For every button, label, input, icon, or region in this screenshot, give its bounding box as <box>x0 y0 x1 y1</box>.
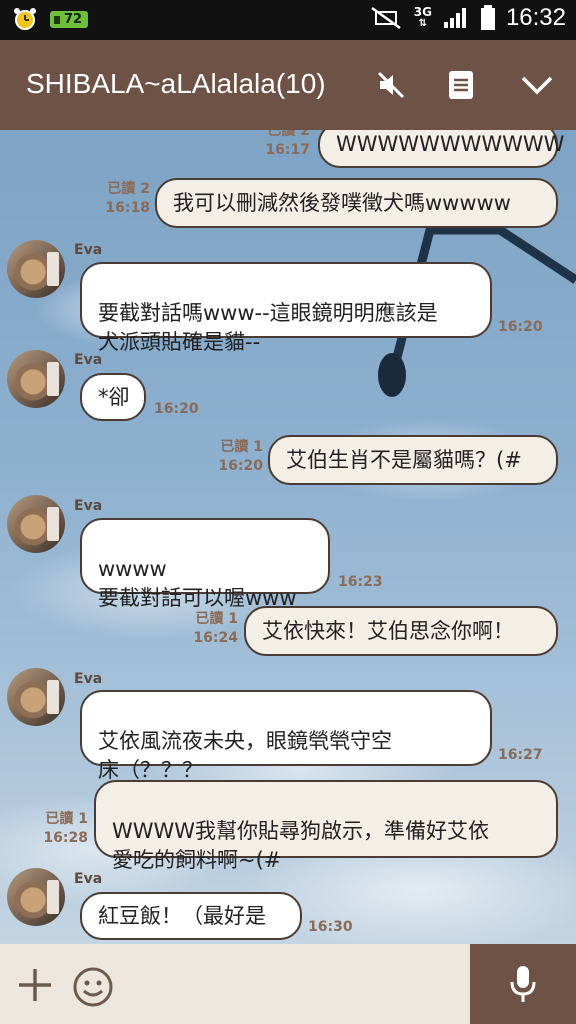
message-time: 16:28 <box>43 830 88 846</box>
notes-icon[interactable] <box>448 70 474 100</box>
chevron-down-icon[interactable] <box>520 74 554 96</box>
status-time: 16:32 <box>505 4 566 31</box>
sender-name: Eva <box>74 871 103 887</box>
message-bubble-incoming[interactable]: wwww 要截對話可以喔www <box>80 518 330 610</box>
message-text: 我可以刪減然後發噗徵犬嗎wwwww <box>173 191 511 215</box>
read-label: 已讀 2 <box>107 181 150 197</box>
message-text: *卻 <box>98 385 130 409</box>
read-status: 已讀 2 16:18 <box>70 180 150 218</box>
avatar[interactable] <box>7 240 65 298</box>
read-status: 已讀 2 16:17 <box>230 130 310 160</box>
message-time: 16:20 <box>218 458 263 474</box>
smiley-icon[interactable] <box>72 966 114 1008</box>
chat-title[interactable]: SHIBALA~aLAlalala(10) <box>26 68 326 100</box>
message-bubble-outgoing[interactable]: WWWWWWWWWWW <box>318 130 564 168</box>
battery-icon <box>480 5 495 30</box>
network-indicator: 3G ⇅ <box>413 5 432 29</box>
message-time: 16:17 <box>265 142 310 158</box>
message-bubble-incoming[interactable]: 要截對話嗎www--這眼鏡明明應該是 犬派頭貼確是貓-- <box>80 262 492 354</box>
read-status: 已讀 1 16:24 <box>158 610 238 648</box>
message-text: 紅豆飯！（最好是 <box>98 904 266 928</box>
read-label: 已讀 2 <box>267 130 310 139</box>
avatar[interactable] <box>7 350 65 408</box>
sender-name: Eva <box>74 671 103 687</box>
message-time: 16:27 <box>498 747 543 763</box>
avatar[interactable] <box>7 495 65 553</box>
network-type-label: 3G <box>413 5 432 19</box>
battery-badge: 72 <box>50 10 89 28</box>
avatar[interactable] <box>7 668 65 726</box>
status-bar: 72 3G ⇅ 16:32 <box>0 0 576 40</box>
message-time: 16:20 <box>498 319 543 335</box>
message-time: 16:18 <box>105 200 150 216</box>
alarm-clock-icon <box>14 8 36 30</box>
chat-area[interactable]: 已讀 2 16:17 WWWWWWWWWWW 已讀 2 16:18 我可以刪減然… <box>0 130 576 944</box>
read-label: 已讀 1 <box>45 811 88 827</box>
chat-header: SHIBALA~aLAlalala(10) <box>0 40 576 130</box>
message-text: WWWWWWWWWWW <box>336 132 565 156</box>
message-bubble-outgoing[interactable]: 艾依快來！艾伯思念你啊！ <box>244 606 558 656</box>
message-text: 艾伯生肖不是屬貓嗎？(# <box>286 448 522 472</box>
sender-name: Eva <box>74 352 103 368</box>
message-time: 16:30 <box>308 919 353 935</box>
signal-icon <box>443 8 466 28</box>
plus-icon[interactable] <box>16 966 54 1004</box>
message-bubble-incoming[interactable]: *卻 <box>80 373 146 421</box>
mute-vibrate-icon <box>371 6 401 30</box>
message-bubble-outgoing[interactable]: WWWW我幫你貼尋狗啟示，準備好艾依 愛吃的飼料啊~(# <box>94 780 558 872</box>
message-bubble-outgoing[interactable]: 艾伯生肖不是屬貓嗎？(# <box>268 435 558 485</box>
read-label: 已讀 1 <box>220 439 263 455</box>
input-bar <box>0 944 576 1024</box>
message-text: wwww 要截對話可以喔www <box>98 557 297 610</box>
message-time: 16:24 <box>193 630 238 646</box>
mute-icon <box>377 71 405 99</box>
message-time: 16:20 <box>154 401 199 417</box>
message-bubble-incoming[interactable]: 艾依風流夜未央，眼鏡煢煢守空 床（？？？ <box>80 690 492 782</box>
read-status: 已讀 1 16:20 <box>183 438 263 476</box>
sender-name: Eva <box>74 242 103 258</box>
message-bubble-incoming[interactable]: 紅豆飯！（最好是 <box>80 892 302 940</box>
message-bubble-outgoing[interactable]: 我可以刪減然後發噗徵犬嗎wwwww <box>155 178 558 228</box>
microphone-icon[interactable] <box>508 964 538 1004</box>
read-status: 已讀 1 16:28 <box>8 810 88 848</box>
message-text: 艾依快來！艾伯思念你啊！ <box>262 619 514 643</box>
message-time: 16:23 <box>338 574 383 590</box>
read-label: 已讀 1 <box>195 611 238 627</box>
sender-name: Eva <box>74 498 103 514</box>
avatar[interactable] <box>7 868 65 926</box>
